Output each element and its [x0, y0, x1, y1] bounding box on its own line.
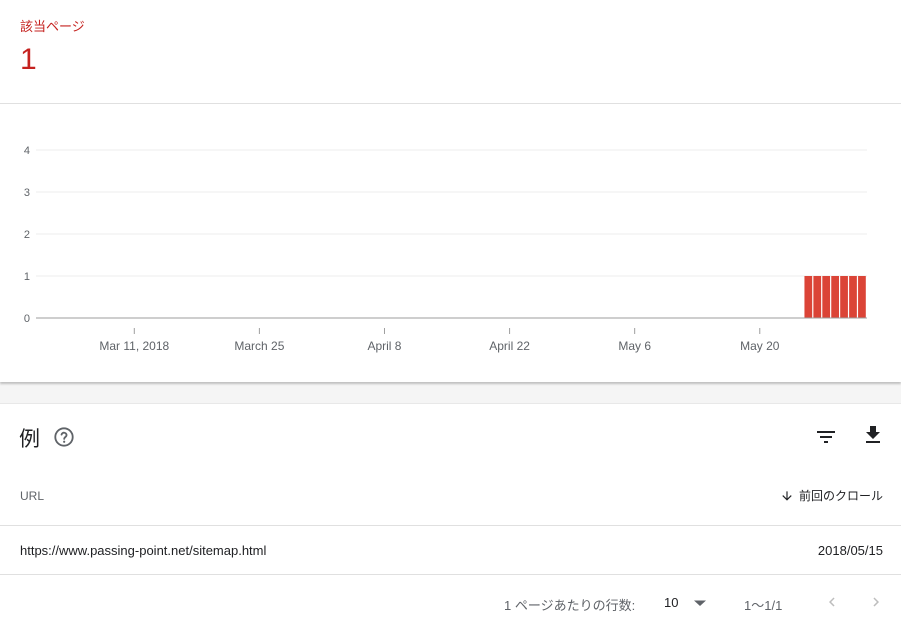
bar: [831, 276, 839, 318]
examples-section: 例 URL 前回のクロール https://www.passing-point.…: [0, 405, 901, 629]
download-icon[interactable]: [861, 423, 885, 447]
y-tick-label: 1: [24, 271, 30, 283]
pagination: 1 ページあたりの行数: 10 1〜1/1: [0, 589, 901, 617]
row-url[interactable]: https://www.passing-point.net/sitemap.ht…: [20, 543, 266, 558]
x-tick-label: April 8: [367, 339, 401, 353]
x-tick-label: May 6: [618, 339, 651, 353]
column-header-url: URL: [20, 489, 45, 503]
help-circle-icon[interactable]: [53, 426, 75, 448]
y-tick-label: 3: [24, 187, 30, 199]
pages-chart: 0 1 2 3 4 Mar 11, 2018 March 25 April 8 April 22…: [24, 145, 867, 353]
chart-card: 0 1 2 3 4 Mar 11, 2018 March 25 April 8 April 22…: [0, 104, 901, 382]
summary-label: 該当ページ: [20, 19, 85, 34]
y-tick-label: 4: [24, 145, 30, 157]
chevron-right-icon[interactable]: [867, 593, 885, 611]
bar: [849, 276, 857, 318]
rows-per-page-label: 1 ページあたりの行数:: [504, 598, 636, 613]
page-range: 1〜1/1: [744, 598, 783, 613]
bar: [840, 276, 848, 318]
section-divider: [0, 382, 901, 404]
row-divider: [0, 574, 901, 575]
bar: [813, 276, 822, 318]
y-tick-label: 0: [24, 313, 30, 325]
column-header-last-crawl-label: 前回のクロール: [798, 489, 883, 503]
bar: [858, 276, 866, 318]
chevron-left-icon[interactable]: [823, 593, 841, 611]
rows-per-page-select[interactable]: 10: [664, 592, 710, 614]
x-tick-label: May 20: [740, 339, 780, 353]
rows-per-page-value: 10: [664, 595, 679, 610]
column-header-last-crawl[interactable]: 前回のクロール: [780, 487, 883, 504]
bar: [804, 276, 813, 318]
dropdown-arrow-icon: [694, 600, 706, 606]
bar: [822, 276, 831, 318]
x-tick-label: Mar 11, 2018: [99, 339, 169, 353]
summary-card: 該当ページ 1: [0, 0, 901, 104]
table-row[interactable]: https://www.passing-point.net/sitemap.ht…: [0, 526, 901, 574]
arrow-down-icon: [782, 490, 792, 501]
y-tick-label: 2: [24, 229, 30, 241]
x-tick-label: April 22: [489, 339, 530, 353]
summary-value: 1: [20, 43, 37, 76]
row-last-crawl-date: 2018/05/15: [817, 543, 883, 558]
filter-icon[interactable]: [814, 425, 838, 449]
x-tick-label: March 25: [234, 339, 284, 353]
examples-title: 例: [19, 428, 40, 451]
